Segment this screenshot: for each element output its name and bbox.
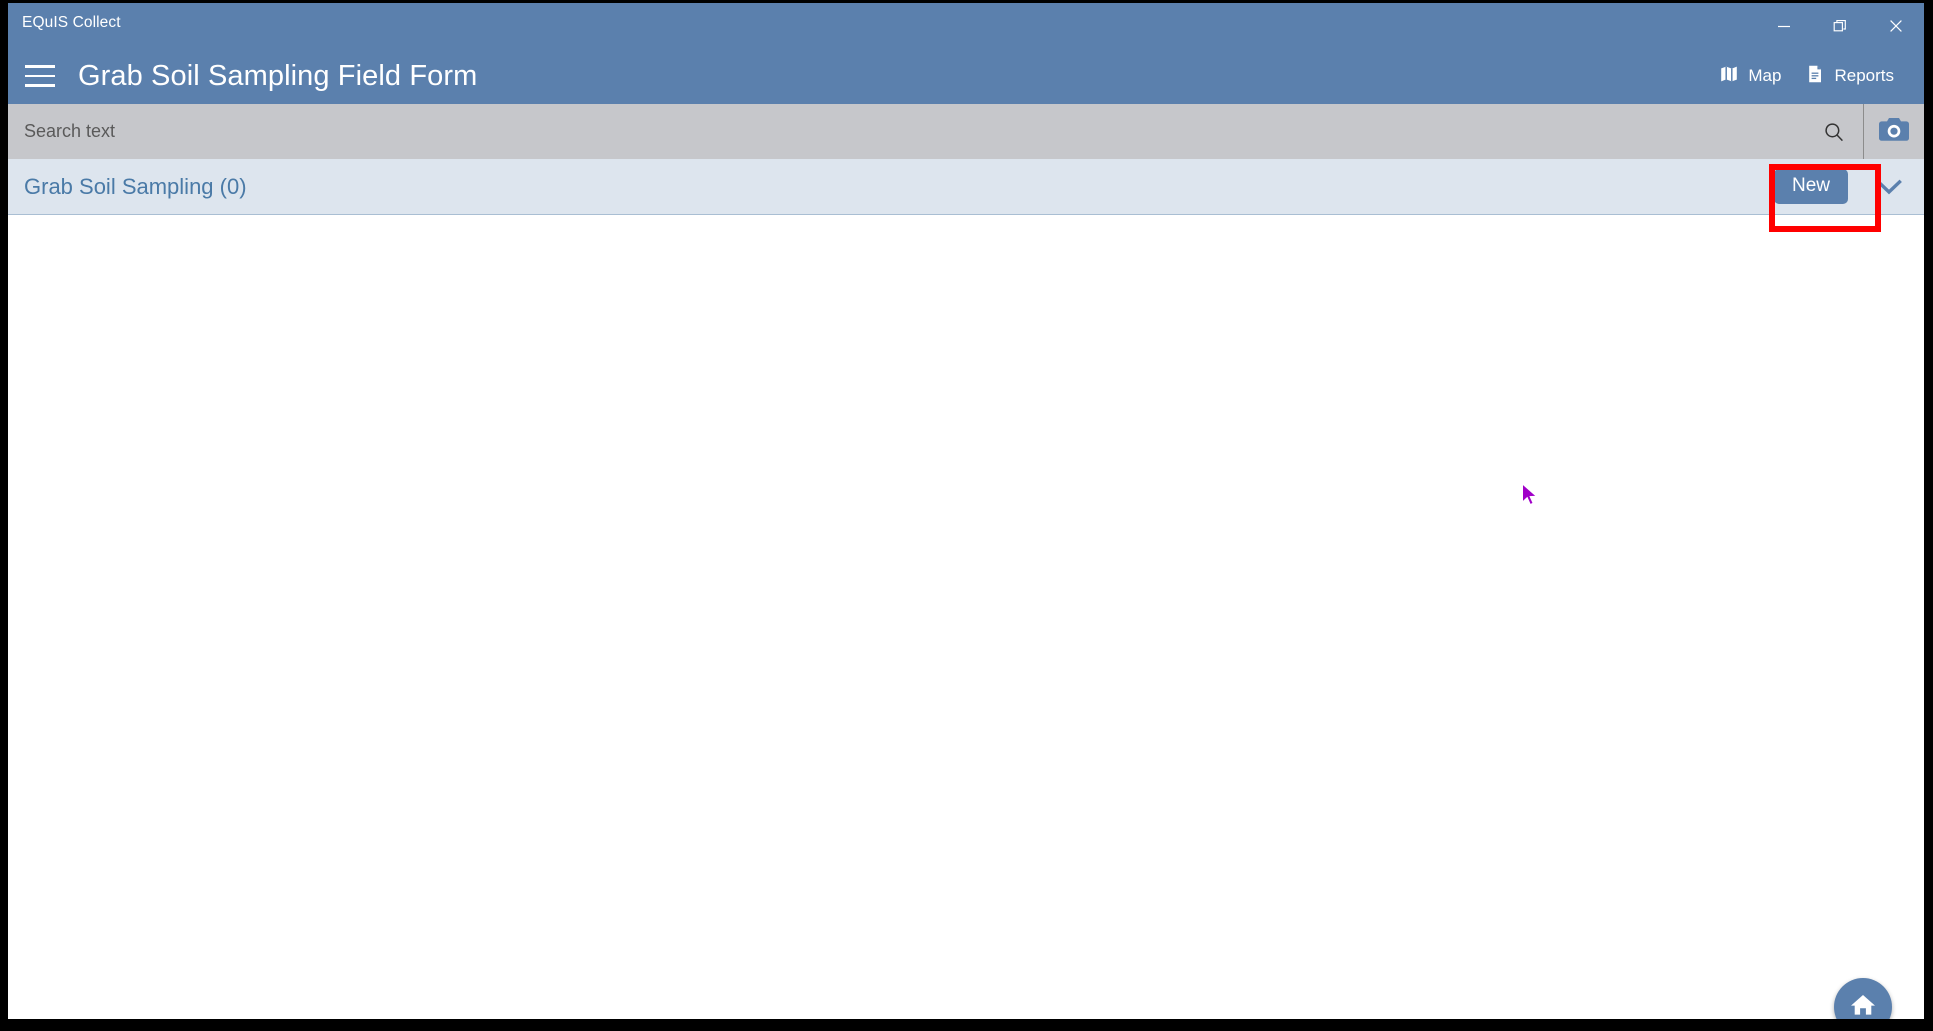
- app-header-bar: Grab Soil Sampling Field Form Map Report…: [8, 48, 1924, 104]
- search-field[interactable]: [8, 104, 1864, 159]
- camera-button[interactable]: [1864, 104, 1924, 159]
- hamburger-line: [25, 74, 55, 78]
- chevron-down-icon[interactable]: [1866, 164, 1912, 210]
- map-button-label: Map: [1748, 66, 1782, 85]
- map-icon: [1719, 64, 1739, 89]
- form-group-actions: New: [1760, 159, 1924, 214]
- search-icon[interactable]: [1819, 117, 1849, 147]
- map-button[interactable]: Map: [1707, 57, 1793, 96]
- form-group-row: Grab Soil Sampling (0) New: [8, 159, 1924, 215]
- close-button[interactable]: [1868, 3, 1924, 48]
- search-bar: [8, 104, 1924, 159]
- window-title: EQuIS Collect: [22, 14, 121, 31]
- restore-button[interactable]: [1812, 3, 1868, 48]
- new-button[interactable]: New: [1773, 168, 1848, 205]
- new-button-container: New: [1760, 159, 1862, 215]
- home-icon: [1848, 990, 1878, 1020]
- hamburger-line: [25, 65, 55, 68]
- window-controls: [1756, 3, 1924, 48]
- search-input[interactable]: [8, 104, 1863, 159]
- reports-button-label: Reports: [1834, 66, 1894, 85]
- hamburger-line: [25, 84, 55, 87]
- window-titlebar: EQuIS Collect: [8, 3, 1924, 48]
- application-window: EQuIS Collect Grab Soil Sampling Field F…: [8, 3, 1924, 1019]
- page-title: Grab Soil Sampling Field Form: [78, 59, 478, 92]
- home-button[interactable]: [1834, 978, 1892, 1019]
- app-header-actions: Map Reports: [1707, 57, 1924, 96]
- desktop-background: EQuIS Collect Grab Soil Sampling Field F…: [0, 0, 1933, 1031]
- reports-button[interactable]: Reports: [1793, 57, 1906, 96]
- form-group-title: Grab Soil Sampling (0): [24, 173, 247, 199]
- camera-icon: [1878, 116, 1910, 148]
- minimize-button[interactable]: [1756, 3, 1812, 48]
- report-icon: [1805, 64, 1825, 89]
- record-list-area: [8, 215, 1924, 1019]
- hamburger-menu-icon[interactable]: [25, 63, 59, 89]
